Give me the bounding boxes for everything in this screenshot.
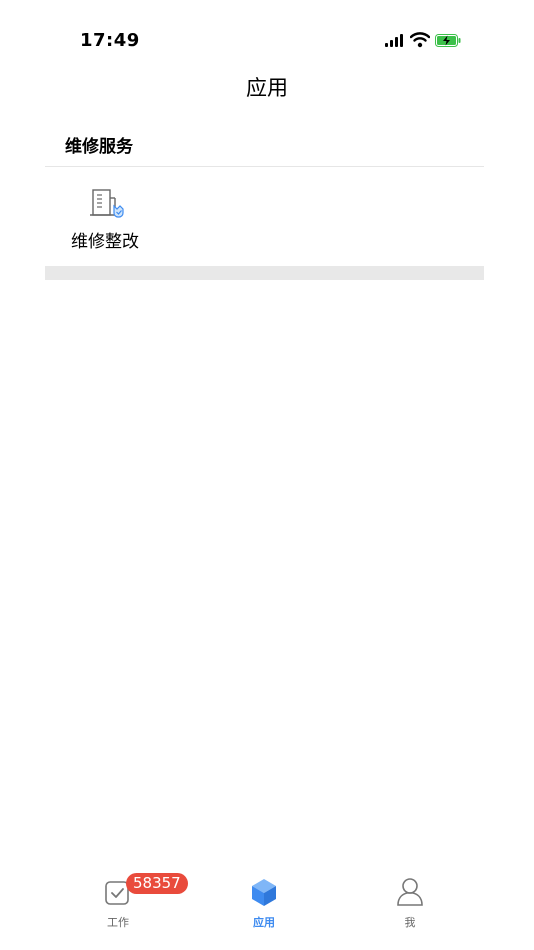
tab-apps[interactable]: 应用 xyxy=(224,876,304,936)
app-tile-repair-rectification[interactable]: 维修整改 xyxy=(45,167,165,266)
battery-charging-icon xyxy=(435,34,461,47)
tab-bar: 工作 应用 我 xyxy=(0,866,534,950)
status-bar: 17:49 xyxy=(0,0,534,80)
tab-label-work: 工作 xyxy=(107,916,129,929)
tab-label-me: 我 xyxy=(404,916,416,929)
app-tile-label: 维修整改 xyxy=(71,232,139,252)
page-title: 应用 xyxy=(246,76,288,100)
tab-me[interactable]: 我 xyxy=(370,876,450,936)
tab-label-apps: 应用 xyxy=(253,916,275,929)
section-title: 维修服务 xyxy=(65,137,133,157)
cellular-signal-icon xyxy=(385,34,405,47)
wifi-icon xyxy=(410,32,430,48)
section-divider xyxy=(45,266,484,280)
section-header: 维修服务 xyxy=(45,118,484,167)
person-icon xyxy=(397,878,423,906)
work-badge: 58357 xyxy=(126,873,188,894)
building-repair-icon xyxy=(90,189,124,218)
cube-icon xyxy=(252,879,276,906)
status-time: 17:49 xyxy=(80,30,140,51)
